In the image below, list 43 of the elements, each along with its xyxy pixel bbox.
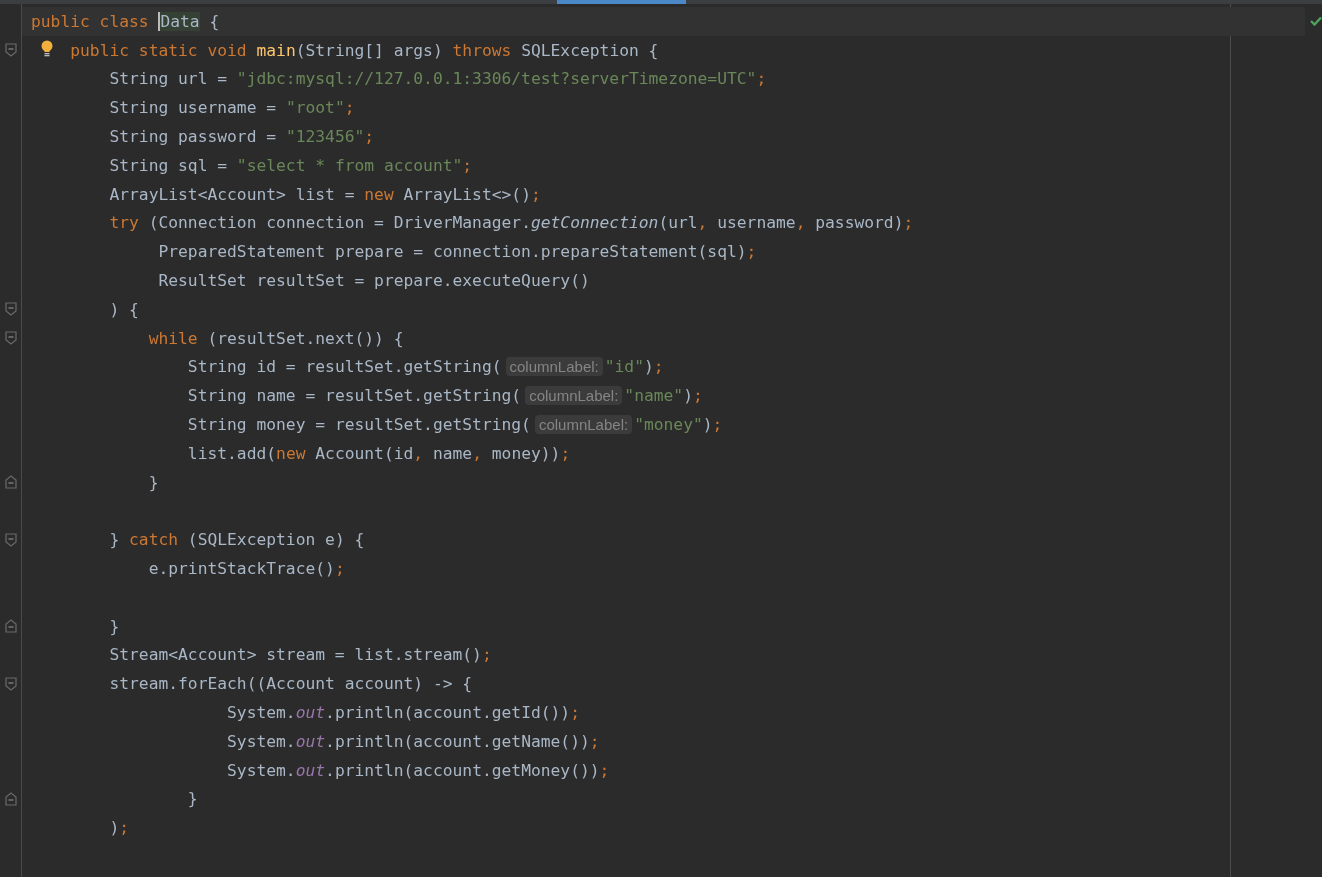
fold-icon[interactable] [5, 791, 17, 806]
code-text: System.out.println(account.getId()); [227, 703, 580, 722]
code-text: e.printStackTrace(); [148, 559, 345, 579]
code-text: String id = resultSet.getString( [187, 357, 502, 377]
code-text: public static void main(String[] args) throws SQLException { [70, 40, 659, 60]
code-text: ); [109, 818, 130, 838]
code-text: } [187, 789, 198, 809]
check-icon[interactable] [1310, 16, 1322, 27]
code-text: ArrayList<Account> list = new ArrayList<>(); [109, 184, 541, 204]
inlay-hint: columnLabel: [534, 415, 633, 435]
fold-icon[interactable] [5, 475, 17, 490]
code-text: try (Connection connection = DriverManager.getConnection(url, username, password); [109, 213, 914, 233]
code-text: "id"); [604, 357, 664, 377]
code-text: String password = "123456"; [109, 127, 375, 147]
code-text: "name"); [624, 386, 703, 406]
code-text: while (resultSet.next()) { [148, 328, 404, 348]
code-text: ) { [109, 299, 139, 319]
code-text: PreparedStatement prepare = connection.prepareStatement(sql); [158, 242, 757, 262]
code-text: Stream<Account> stream = list.stream(); [109, 645, 492, 665]
code-text: String sql = "select * from account"; [109, 155, 473, 175]
code-text: System.out.println(account.getMoney()); [227, 760, 610, 780]
code-text: String url = "jdbc:mysql://127.0.0.1:3306/test?serverTimezone=UTC"; [109, 69, 767, 89]
code-text: ResultSet resultSet = prepare.executeQuery() [158, 271, 590, 291]
code-text: } catch (SQLException e) { [109, 530, 365, 550]
code-text: System.out.println(account.getName()); [227, 731, 600, 751]
code-text: String username = "root"; [109, 98, 355, 118]
code-text: stream.forEach((Account account) -> { [109, 674, 473, 694]
code-text: String name = resultSet.getString( [187, 386, 522, 406]
fold-icon[interactable] [5, 331, 17, 346]
inlay-hint: columnLabel: [525, 386, 623, 406]
inlay-hint: columnLabel: [505, 357, 603, 377]
code-text: } [148, 472, 159, 492]
fold-icon[interactable] [5, 676, 17, 691]
lightbulb-icon[interactable] [40, 39, 54, 58]
fold-icon[interactable] [5, 619, 17, 634]
code-text: "money"); [634, 415, 723, 435]
fold-icon[interactable] [5, 302, 17, 317]
code-text: list.add(new Account(id, name, money)); [187, 443, 571, 463]
code-text: public class Data { [31, 11, 220, 31]
code-text: String money = resultSet.getString( [187, 415, 531, 435]
fold-icon[interactable] [5, 532, 17, 547]
fold-icon[interactable] [5, 43, 17, 58]
code-text: } [109, 616, 120, 636]
